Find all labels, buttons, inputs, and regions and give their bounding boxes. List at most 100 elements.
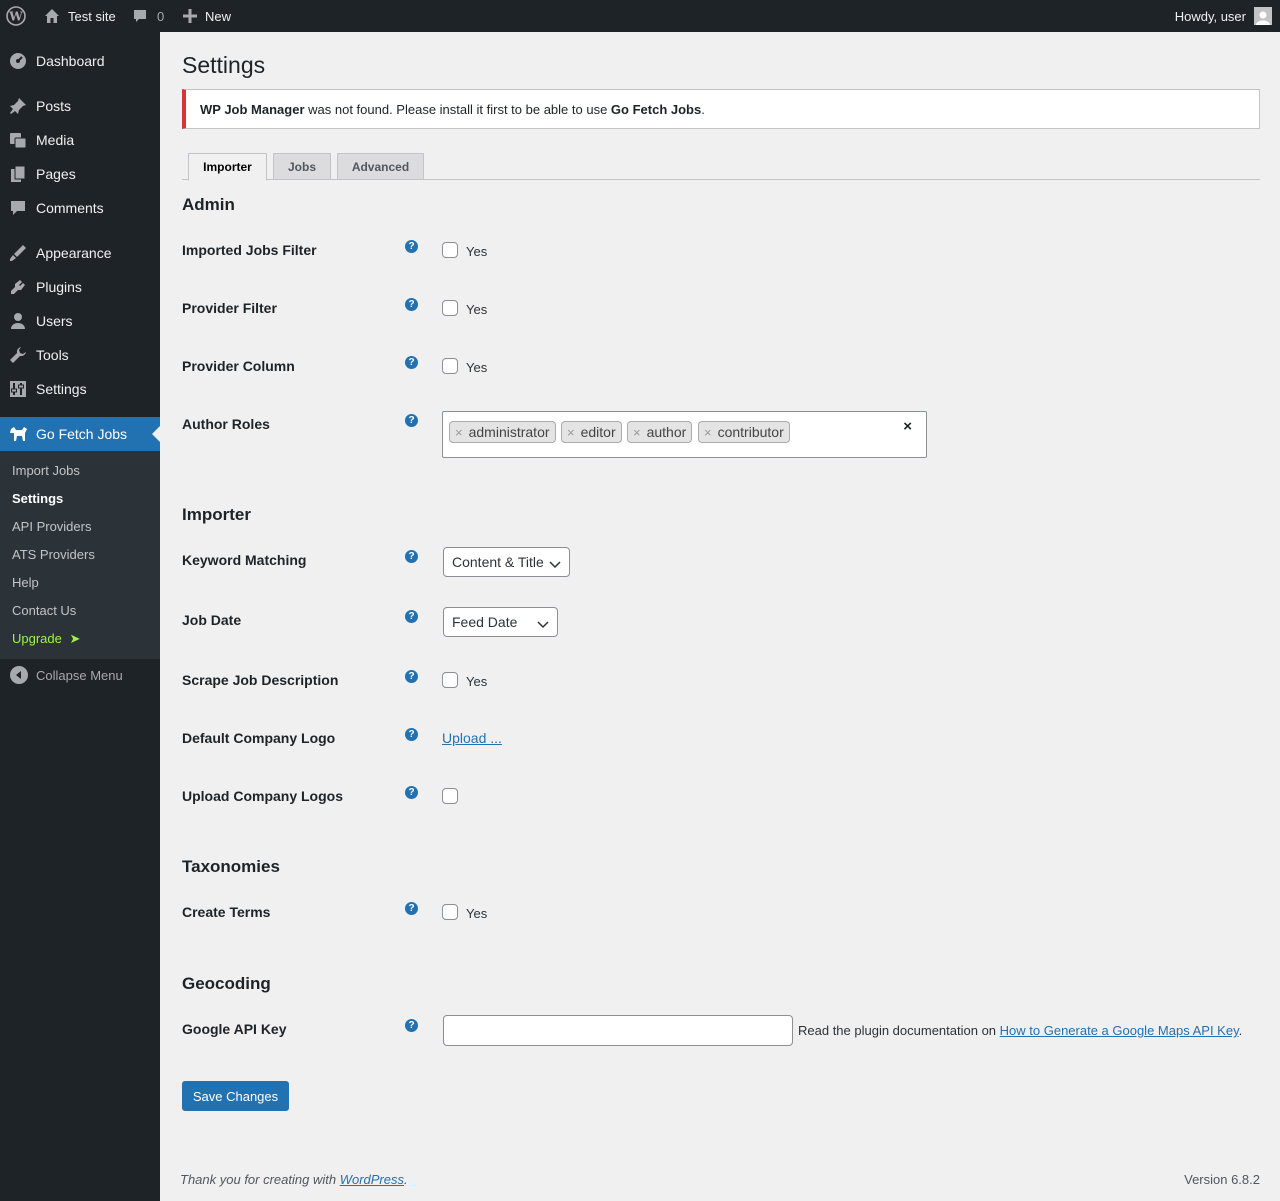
save-changes-button[interactable]: Save Changes [182, 1081, 289, 1111]
site-name-link[interactable]: Test site [44, 0, 116, 32]
comments-link[interactable]: 0 [132, 0, 164, 32]
tab-importer[interactable]: Importer [188, 153, 267, 181]
section-title-importer: Importer [182, 505, 251, 524]
wordpress-link[interactable]: WordPress [340, 1172, 404, 1187]
comment-bubble-icon [132, 8, 148, 24]
clear-all-icon[interactable]: × [903, 418, 912, 435]
upload-company-logos-checkbox[interactable] [442, 788, 458, 804]
submenu-item-upgrade[interactable]: Upgrade ➤ [12, 631, 80, 647]
notice-plugin-target: Go Fetch Jobs [610, 101, 702, 117]
help-icon[interactable]: ? [405, 240, 418, 253]
help-icon[interactable]: ? [405, 902, 418, 915]
provider-filter-checkbox[interactable] [442, 300, 458, 316]
google-api-key-input[interactable] [443, 1015, 793, 1046]
submenu-item-contact-us[interactable]: Contact Us [12, 603, 76, 618]
tab-jobs[interactable]: Jobs [273, 153, 331, 180]
sidebar-item-appearance[interactable]: Appearance [0, 236, 160, 270]
wordpress-logo-icon[interactable]: W [6, 0, 30, 32]
admin-sidebar: Dashboard Posts Media Pages Comments App… [0, 32, 160, 1201]
help-icon[interactable]: ? [405, 670, 418, 683]
my-account-link[interactable]: Howdy, user [1175, 0, 1272, 32]
tab-advanced[interactable]: Advanced [337, 153, 424, 180]
remove-chip-icon[interactable]: × [567, 425, 575, 440]
plug-icon [8, 277, 28, 297]
select-value: Content & Title [452, 554, 544, 570]
notice-text: was not found. Please install it first t… [304, 101, 611, 117]
help-icon[interactable]: ? [405, 356, 418, 369]
error-notice: WP Job Manager was not found. Please ins… [182, 89, 1260, 129]
dog-icon [8, 424, 28, 444]
dashboard-icon [8, 51, 28, 71]
help-icon[interactable]: ? [405, 550, 418, 563]
sidebar-item-plugins[interactable]: Plugins [0, 270, 160, 304]
sidebar-item-media[interactable]: Media [0, 123, 160, 157]
sidebar-item-posts[interactable]: Posts [0, 89, 160, 123]
main-content: Settings WP Job Manager was not found. P… [160, 32, 1280, 1201]
sidebar-item-users[interactable]: Users [0, 304, 160, 338]
provider-column-checkbox[interactable] [442, 358, 458, 374]
api-key-docs-link[interactable]: How to Generate a Google Maps API Key [1000, 1023, 1239, 1038]
arrow-right-icon: ➤ [69, 631, 81, 646]
sidebar-item-label: Media [36, 132, 75, 148]
upload-logo-link[interactable]: Upload ... [442, 730, 502, 746]
upgrade-label: Upgrade [12, 631, 62, 646]
role-chip-label: author [646, 424, 687, 440]
go-fetch-jobs-submenu: Import Jobs Settings API Providers ATS P… [0, 451, 160, 659]
help-icon[interactable]: ? [405, 610, 418, 623]
sidebar-item-label: Plugins [36, 279, 82, 295]
select-value: Feed Date [452, 614, 518, 630]
sidebar-item-label: Comments [36, 200, 104, 216]
imported-jobs-filter-checkbox[interactable] [442, 242, 458, 258]
sidebar-item-comments[interactable]: Comments [0, 191, 160, 225]
keyword-matching-select[interactable]: Content & Title [443, 547, 570, 577]
sidebar-item-tools[interactable]: Tools [0, 338, 160, 372]
remove-chip-icon[interactable]: × [704, 425, 712, 440]
svg-text:W: W [8, 10, 23, 24]
submenu-item-import-jobs[interactable]: Import Jobs [12, 463, 80, 478]
sidebar-item-pages[interactable]: Pages [0, 157, 160, 191]
notice-plugin-name: WP Job Manager [200, 101, 305, 117]
submenu-item-settings[interactable]: Settings [12, 491, 63, 506]
footer-thanks-prefix: Thank you for creating with [180, 1172, 340, 1187]
help-icon[interactable]: ? [405, 414, 418, 427]
footer-thanks: Thank you for creating with WordPress. [180, 1172, 408, 1187]
role-chip-editor: × editor [561, 421, 622, 443]
media-icon [8, 130, 28, 150]
author-roles-label: Author Roles [182, 416, 270, 432]
page-title: Settings [182, 52, 266, 78]
submenu-item-api-providers[interactable]: API Providers [12, 519, 91, 534]
sliders-icon [8, 379, 28, 399]
collapse-menu-button[interactable]: Collapse Menu [0, 662, 123, 688]
sidebar-item-dashboard[interactable]: Dashboard [0, 44, 160, 78]
keyword-matching-label: Keyword Matching [182, 552, 307, 568]
sidebar-item-label: Dashboard [36, 53, 105, 69]
user-icon [8, 311, 28, 331]
sidebar-item-settings[interactable]: Settings [0, 372, 160, 406]
role-chip-label: contributor [717, 424, 784, 440]
sidebar-item-label: Appearance [36, 245, 112, 261]
sidebar-item-label: Settings [36, 381, 87, 397]
author-roles-multiselect[interactable]: × administrator × editor × author × cont… [442, 411, 927, 458]
google-api-key-description: Read the plugin documentation on How to … [798, 1023, 1242, 1038]
provider-filter-label: Provider Filter [182, 300, 277, 316]
help-icon[interactable]: ? [405, 786, 418, 799]
new-label: New [205, 8, 232, 24]
job-date-label: Job Date [182, 612, 242, 628]
help-icon[interactable]: ? [405, 1019, 418, 1032]
sidebar-item-go-fetch-jobs[interactable]: Go Fetch Jobs [0, 417, 160, 451]
submenu-item-help[interactable]: Help [12, 575, 39, 590]
submenu-item-ats-providers[interactable]: ATS Providers [12, 547, 95, 562]
admin-bar: W Test site 0 New Howdy, user [0, 0, 1280, 32]
help-icon[interactable]: ? [405, 298, 418, 311]
new-content-link[interactable]: New [183, 0, 231, 32]
settings-tabs: Importer Jobs Advanced [182, 153, 1260, 181]
scrape-job-description-checkbox[interactable] [442, 672, 458, 688]
create-terms-checkbox[interactable] [442, 904, 458, 920]
scrape-job-description-label: Scrape Job Description [182, 672, 339, 688]
sidebar-item-label: Go Fetch Jobs [36, 426, 128, 442]
remove-chip-icon[interactable]: × [455, 425, 463, 440]
remove-chip-icon[interactable]: × [633, 425, 641, 440]
job-date-select[interactable]: Feed Date [443, 607, 558, 637]
help-icon[interactable]: ? [405, 728, 418, 741]
upload-company-logos-label: Upload Company Logos [182, 788, 343, 804]
